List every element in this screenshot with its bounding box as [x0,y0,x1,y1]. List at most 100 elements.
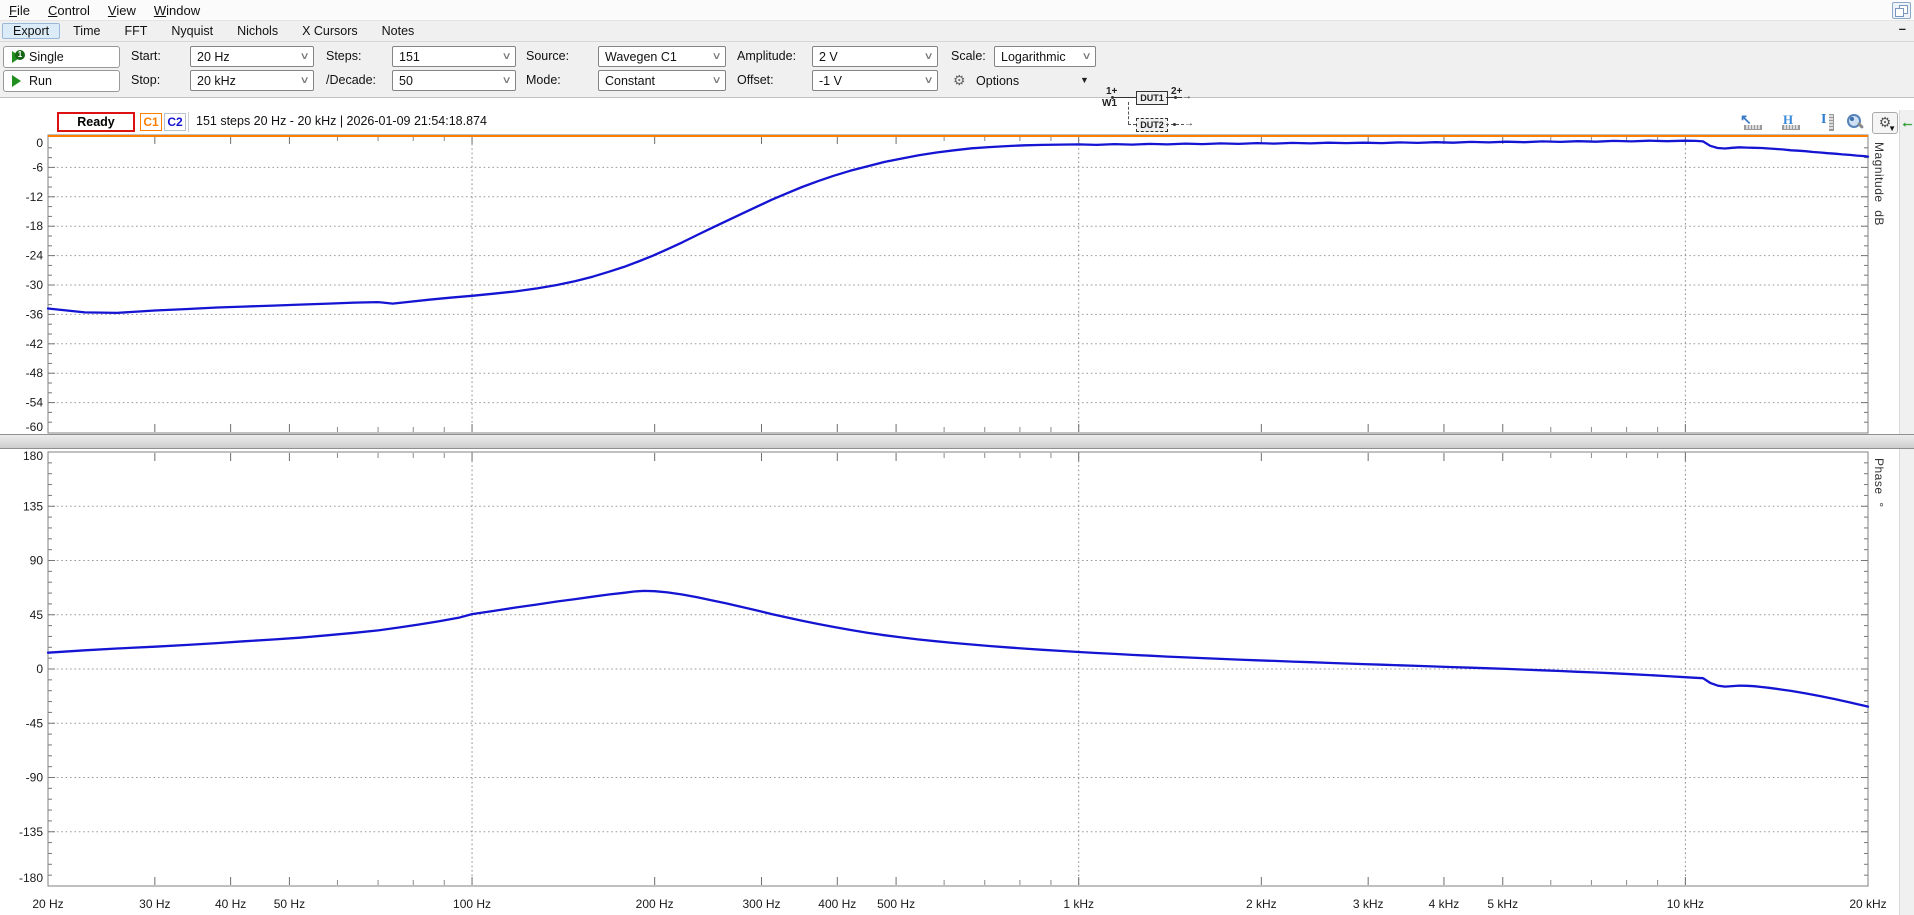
toolbar: 1 Single Start: 20 Hz ∨ Steps: 151 ∨ Sou… [0,42,1914,98]
x-tick-label: 10 kHz [1667,897,1704,911]
mag-ytick-label: -24 [26,249,44,263]
menubar: FileControlViewWindow [0,0,1914,21]
wire [1112,97,1136,98]
mode-value: Constant [605,74,655,88]
phase-ytick-label: 45 [30,608,44,622]
stop-value: 20 kHz [197,74,236,88]
offset-select[interactable]: -1 V ∨ [812,70,938,91]
play-icon [12,75,21,87]
per-decade-select[interactable]: 50 ∨ [392,70,516,91]
chevron-down-icon: ∨ [923,51,933,62]
x-tick-label: 4 kHz [1429,897,1460,911]
i-cursor-icon: I [1821,112,1826,128]
mag-ytick-label: -36 [26,307,44,321]
run-button-label: Run [29,74,52,88]
play-icon: 1 [12,51,21,63]
zoom-button[interactable] [1846,114,1872,132]
phase-ytick-label: 180 [23,449,43,463]
bode-plot-canvas: 0-6-12-18-24-30-36-42-48-54-601801359045… [0,0,1914,915]
x-tick-label: 500 Hz [877,897,915,911]
divider [188,112,189,132]
x-tick-label: 30 Hz [139,897,170,911]
channel-1-badge[interactable]: C1 [140,113,162,131]
stop-label: Stop: [131,70,160,91]
cascade-windows-icon[interactable] [1892,2,1911,19]
node2-label: 2+ [1171,86,1182,97]
vertical-cursor-button[interactable]: I [1818,114,1844,132]
wire-node [1174,96,1177,99]
magnitude-plot-border [48,135,1868,433]
amplitude-select[interactable]: 2 V ∨ [812,46,938,67]
menu-file[interactable]: File [0,1,39,20]
phase-ytick-label: -135 [19,825,43,839]
network-analyzer-window: 0-6-12-18-24-30-36-42-48-54-601801359045… [0,0,1914,915]
x-tick-label: 1 kHz [1063,897,1094,911]
per-decade-label: /Decade: [326,70,376,91]
x-tick-label: 40 Hz [215,897,246,911]
start-select[interactable]: 20 Hz ∨ [190,46,314,67]
tab-notes[interactable]: Notes [371,23,426,39]
tab-export[interactable]: Export [2,23,60,39]
start-value: 20 Hz [197,50,230,64]
menu-control[interactable]: Control [39,1,99,20]
tab-fft[interactable]: FFT [113,23,158,39]
mode-select[interactable]: Constant ∨ [598,70,726,91]
phase-trace-c1 [48,591,1868,707]
x-tick-label: 100 Hz [453,897,491,911]
right-panel-strip [1899,110,1914,915]
tab-time[interactable]: Time [62,23,111,39]
plot-settings-button[interactable]: ⚙ ▼ [1872,112,1898,134]
scale-select[interactable]: Logarithmic ∨ [994,46,1096,67]
steps-select[interactable]: 151 ∨ [392,46,516,67]
options-caret-icon[interactable]: ▼ [1080,70,1089,91]
stop-select[interactable]: 20 kHz ∨ [190,70,314,91]
magnitude-trace-c1 [48,141,1868,313]
start-label: Start: [131,46,161,67]
offset-value: -1 V [819,74,842,88]
chevron-down-icon: ∨ [299,51,309,62]
per-decade-value: 50 [399,74,413,88]
menu-view[interactable]: View [99,1,145,20]
source-label: Source: [526,46,569,67]
run-button[interactable]: Run [3,70,120,92]
menu-window[interactable]: Window [145,1,209,20]
x-tick-label: 300 Hz [742,897,780,911]
ruler-icon [1782,125,1800,130]
tabbar: ExportTimeFFTNyquistNicholsX CursorsNote… [0,21,1914,42]
arrow-right-icon: → [1182,92,1192,102]
amplitude-label: Amplitude: [737,46,796,67]
offset-label: Offset: [737,70,774,91]
single-button-label: Single [29,50,64,64]
phase-ytick-label: 135 [23,499,43,513]
w1-label: W1 [1102,98,1117,109]
tab-x-cursors[interactable]: X Cursors [291,23,369,39]
chevron-down-icon: ∨ [711,75,721,86]
ruler-icon [1829,114,1834,131]
x-tick-label: 20 Hz [32,897,63,911]
mag-ytick-label: -54 [26,396,44,410]
tab-items: ExportTimeFFTNyquistNicholsX CursorsNote… [0,23,427,39]
x-tick-label: 5 kHz [1487,897,1518,911]
mag-ytick-label: -6 [32,160,43,174]
phase-ytick-label: -90 [26,771,44,785]
options-button[interactable]: ⚙ Options [953,70,1019,91]
single-badge: 1 [15,50,25,60]
mag-ytick-label: -12 [26,190,44,204]
chevron-down-icon: ∨ [923,75,933,86]
tab-nichols[interactable]: Nichols [226,23,289,39]
horizontal-cursor-button[interactable]: H [1782,114,1808,132]
track-cursor-button[interactable]: ↖ [1738,114,1764,132]
status-badge: Ready [57,112,135,132]
collapse-panel-icon[interactable]: ← [1900,114,1914,131]
tab-nyquist[interactable]: Nyquist [160,23,224,39]
source-select[interactable]: Wavegen C1 ∨ [598,46,726,67]
phase-axis-label: Phase ° [1872,458,1886,508]
channel-2-badge[interactable]: C2 [164,113,186,131]
menubar-items: FileControlViewWindow [0,1,209,20]
minimize-icon[interactable]: – [1899,21,1906,36]
single-button[interactable]: 1 Single [3,46,120,68]
x-tick-label: 50 Hz [274,897,305,911]
plot-splitter[interactable] [0,434,1914,449]
phase-ytick-label: 90 [30,554,44,568]
mode-label: Mode: [526,70,561,91]
